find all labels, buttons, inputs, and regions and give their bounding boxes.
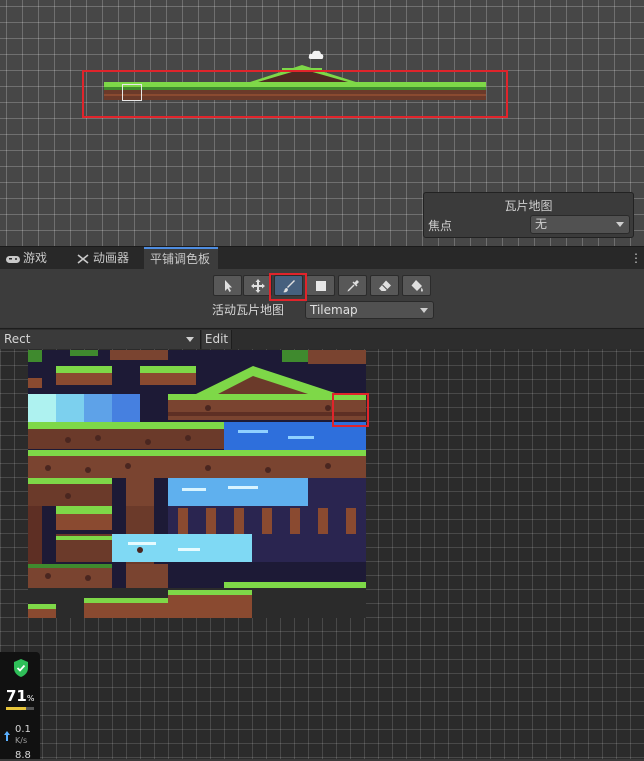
palette-grid[interactable] [0,349,644,759]
focus-value: 无 [535,217,548,231]
square-icon [315,280,326,291]
palette-bar: Rect Edit [0,328,644,349]
eraser-tool-button[interactable] [370,275,399,296]
palette-toolbar: 活动瓦片地图 Tilemap [0,269,644,327]
fill-tool-button[interactable] [402,275,431,296]
download-speed: 8.8 [15,750,31,761]
chevron-down-icon [186,337,194,342]
picker-tool-button[interactable] [338,275,367,296]
selected-tool-highlight [269,273,307,301]
tab-animator[interactable]: 动画器 [70,247,144,270]
move-arrows-icon [250,278,265,293]
select-tool-button[interactable] [213,275,242,296]
more-options-icon[interactable]: ⋮ [630,252,642,264]
speed-unit: K/s [15,736,28,745]
active-tilemap-dropdown[interactable]: Tilemap [305,301,434,319]
arrow-cursor-icon [224,279,232,292]
tile-cursor [122,84,142,101]
selection-rectangle [82,70,508,118]
upload-arrow-icon [4,731,10,741]
active-tilemap-value: Tilemap [310,303,358,317]
box-fill-tool-button[interactable] [306,275,335,296]
upload-speed: 0.1 [15,724,31,735]
cloud-icon [308,50,324,59]
editor-tab-bar: 游戏 动画器 平铺调色板 ⋮ [0,246,644,270]
overlay-title: 瓦片地图 [504,199,553,213]
memory-usage-fill [6,707,26,710]
chevron-down-icon [616,222,624,227]
tilemap-overlay-panel: 瓦片地图 焦点 无 [423,192,634,238]
shield-check-icon [14,659,28,677]
move-tool-button[interactable] [243,275,272,296]
memory-usage-bar [6,707,34,710]
memory-usage: 71% [6,687,35,705]
selected-tile-highlight [332,393,369,427]
eyedropper-icon [347,279,359,291]
performance-monitor[interactable]: 71% 0.1 K/s 8.8 [0,652,40,761]
paint-bucket-icon [411,279,423,292]
scene-view[interactable]: 瓦片地图 焦点 无 [0,0,644,246]
chevron-down-icon [420,308,428,313]
focus-dropdown[interactable]: 无 [530,215,630,234]
tab-label: 游戏 [23,251,48,265]
eraser-icon [378,280,391,291]
focus-label: 焦点 [428,219,453,233]
active-tilemap-label: 活动瓦片地图 [212,303,285,317]
palette-name: Rect [4,332,31,346]
tab-game[interactable]: 游戏 [0,247,70,270]
palette-dropdown[interactable]: Rect [0,330,201,349]
tileset-image[interactable] [28,350,366,618]
gamepad-icon [6,255,20,263]
tab-label: 动画器 [93,251,130,265]
tab-label: 平铺调色板 [150,252,211,266]
tab-tile-palette[interactable]: 平铺调色板 [144,247,218,270]
edit-palette-button[interactable]: Edit [202,330,232,349]
animator-icon [77,253,89,264]
